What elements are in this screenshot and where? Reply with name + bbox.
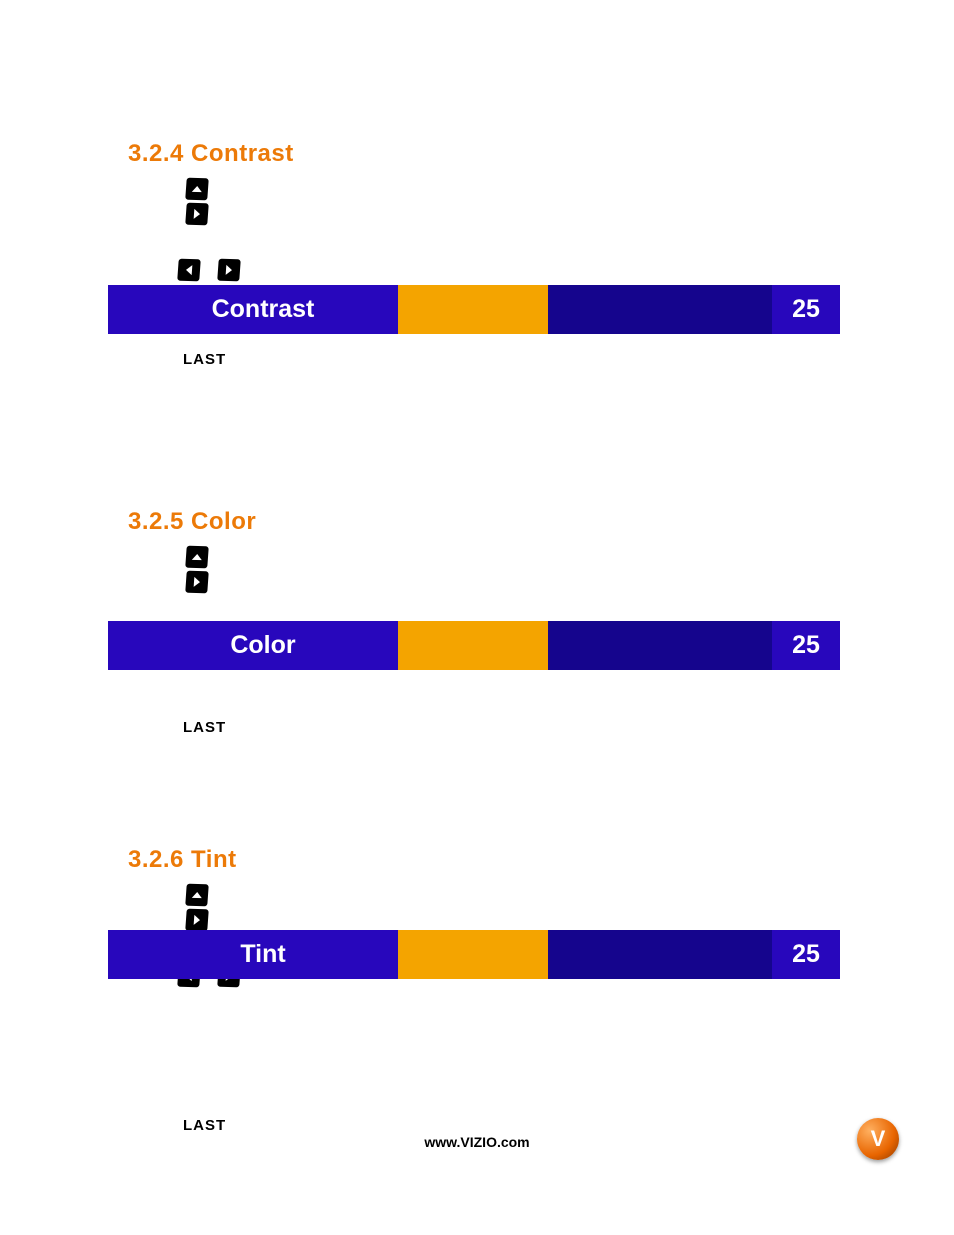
color-slider-label: Color [108, 631, 398, 660]
updown-buttons [186, 884, 844, 931]
contrast-slider-bar: Contrast 25 [108, 285, 840, 334]
tint-slider-label: Tint [108, 940, 398, 969]
leftright-buttons [178, 259, 844, 281]
contrast-slider-fill [398, 285, 548, 334]
tint-slider-value: 25 [772, 940, 840, 969]
vizio-logo-letter: V [871, 1126, 886, 1152]
up-button-icon [185, 884, 209, 907]
right-button-icon [217, 259, 241, 282]
contrast-slider-value: 25 [772, 295, 840, 324]
updown-buttons [186, 178, 844, 225]
section-heading-tint: 3.2.6 Tint [128, 846, 844, 874]
color-slider-bar: Color 25 [108, 621, 840, 670]
down-button-icon [185, 203, 209, 226]
updown-buttons [186, 546, 844, 593]
up-button-icon [185, 546, 209, 569]
tint-slider-bar: Tint 25 [108, 930, 840, 979]
last-label: LAST [183, 719, 844, 736]
tint-slider-fill [398, 930, 548, 979]
color-slider-fill [398, 621, 548, 670]
down-button-icon [185, 571, 209, 594]
color-slider-track[interactable] [398, 621, 772, 670]
up-button-icon [185, 178, 209, 201]
section-heading-color: 3.2.5 Color [128, 508, 844, 536]
tint-slider-track[interactable] [398, 930, 772, 979]
contrast-slider-label: Contrast [108, 295, 398, 324]
footer-url: www.VIZIO.com [0, 1134, 954, 1150]
color-slider-value: 25 [772, 631, 840, 660]
section-tint: 3.2.6 Tint LAST [128, 846, 844, 1134]
last-label: LAST [183, 351, 844, 368]
left-button-icon [177, 259, 201, 282]
section-heading-contrast: 3.2.4 Contrast [128, 140, 844, 168]
contrast-slider-track[interactable] [398, 285, 772, 334]
down-button-icon [185, 909, 209, 932]
last-label: LAST [183, 1117, 844, 1134]
vizio-logo-icon: V [857, 1118, 899, 1160]
